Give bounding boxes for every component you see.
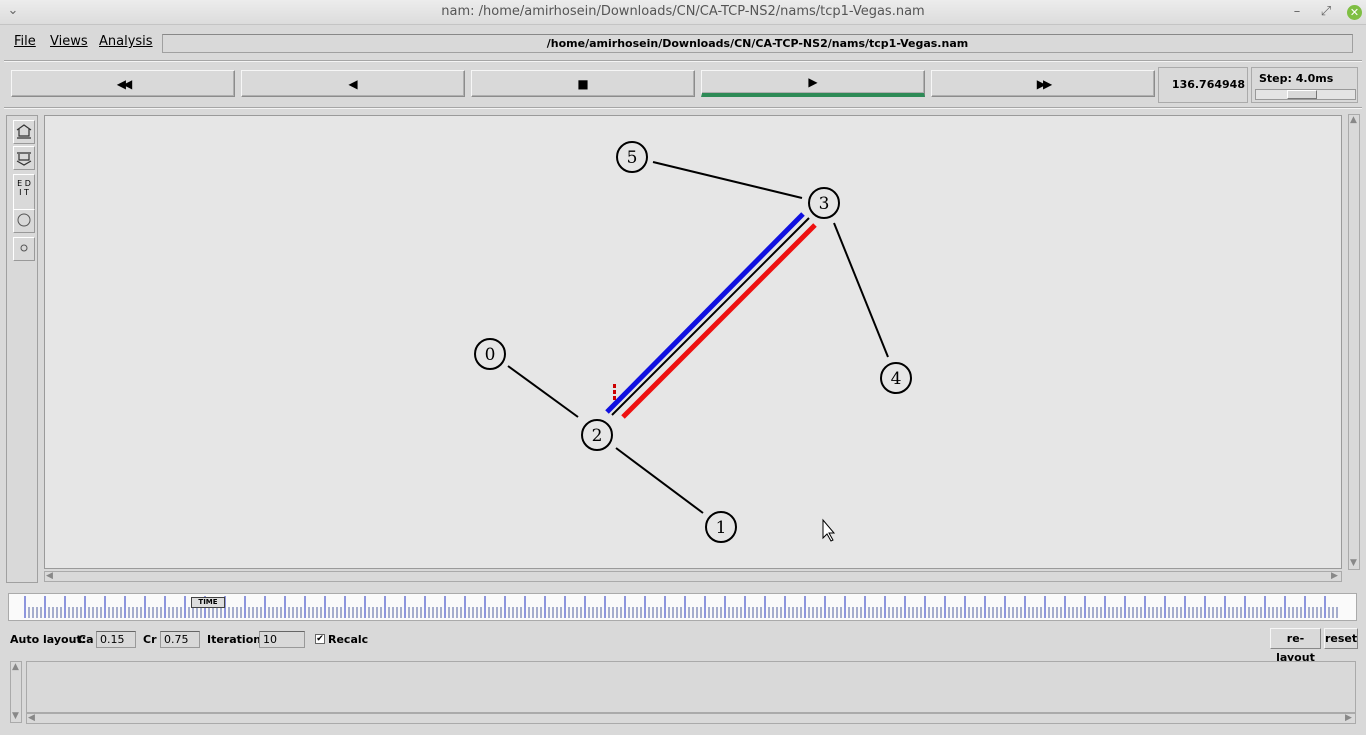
window-title: nam: /home/amirhosein/Downloads/CN/CA-TC…	[441, 4, 925, 19]
node-0[interactable]: 0	[474, 338, 506, 370]
step-slider[interactable]	[1255, 89, 1356, 100]
annotation-panel[interactable]	[26, 661, 1356, 713]
zoom-in-icon	[16, 124, 32, 139]
bottom-horizontal-scrollbar[interactable]: ◀ ▶	[26, 713, 1356, 724]
node-4[interactable]: 4	[880, 362, 912, 394]
node-large-button[interactable]	[13, 209, 35, 233]
scroll-down-icon[interactable]: ▼	[1350, 559, 1357, 568]
scroll-up-icon[interactable]: ▲	[1350, 116, 1357, 125]
close-icon[interactable]: ✕	[1347, 5, 1362, 20]
edit-label-bottom: I T	[19, 188, 29, 197]
node-small-button[interactable]	[13, 237, 35, 261]
scroll-left-icon[interactable]: ◀	[28, 714, 35, 723]
fast-forward-button[interactable]: ▶▶	[931, 70, 1155, 97]
scroll-down-icon[interactable]: ▼	[12, 712, 19, 721]
views-menu-label: Views	[50, 34, 88, 49]
separator	[4, 60, 1362, 62]
step-label: Step: 4.0ms	[1259, 72, 1334, 85]
node-5[interactable]: 5	[616, 141, 648, 173]
timeline-slider[interactable]: TIME	[8, 593, 1357, 621]
bottom-vertical-scrollbar[interactable]: ▲ ▼	[10, 661, 22, 723]
flow-reverse	[621, 223, 817, 419]
autolayout-label: Auto layout:	[10, 633, 87, 646]
link-1-2	[615, 447, 704, 514]
window-menu-icon[interactable]: ⌄	[4, 2, 22, 20]
step-control: Step: 4.0ms	[1251, 67, 1358, 103]
node-3[interactable]: 3	[808, 187, 840, 219]
file-menu[interactable]: File	[14, 34, 36, 49]
relayout-button[interactable]: re-layout	[1270, 628, 1321, 664]
link-0-2	[507, 365, 579, 418]
scroll-right-icon[interactable]: ▶	[1331, 572, 1338, 581]
restore-icon[interactable]: ⤢	[1317, 3, 1335, 21]
node-5-label: 5	[627, 148, 638, 168]
file-menu-label: File	[14, 34, 36, 49]
rewind-button[interactable]: ◀◀	[11, 70, 235, 97]
flow-forward	[605, 212, 805, 414]
file-path-display: /home/amirhosein/Downloads/CN/CA-TCP-NS2…	[162, 34, 1353, 53]
recalc-checkbox[interactable]: ✔	[315, 634, 325, 644]
zoom-out-icon	[16, 152, 32, 166]
stop-icon: ■	[577, 76, 589, 91]
node-1[interactable]: 1	[705, 511, 737, 543]
zoom-in-button[interactable]	[13, 120, 35, 144]
title-bar: nam: /home/amirhosein/Downloads/CN/CA-TC…	[0, 0, 1366, 25]
canvas-horizontal-scrollbar[interactable]: ◀ ▶	[44, 571, 1342, 582]
minimize-icon[interactable]: –	[1288, 3, 1306, 21]
analysis-menu[interactable]: Analysis	[99, 34, 153, 49]
current-time-display: 136.764948	[1158, 67, 1248, 103]
step-back-icon: ◀	[348, 76, 358, 91]
separator	[4, 107, 1362, 109]
analysis-menu-label: Analysis	[99, 34, 153, 49]
edit-button[interactable]: E D I T	[13, 174, 35, 210]
rewind-icon: ◀◀	[116, 76, 133, 91]
checkmark-icon: ✔	[316, 634, 324, 644]
play-icon: ▶	[808, 75, 818, 89]
iterations-input[interactable]: 10	[259, 631, 305, 648]
node-3-label: 3	[819, 194, 830, 214]
stop-button[interactable]: ■	[471, 70, 695, 97]
edit-label-top: E D	[17, 179, 31, 188]
zoom-out-button[interactable]	[13, 146, 35, 170]
cr-label: Cr	[143, 633, 157, 646]
network-canvas[interactable]: 0 1 2 3 4 5	[44, 115, 1342, 569]
step-slider-thumb[interactable]	[1287, 90, 1317, 99]
node-4-label: 4	[891, 369, 902, 389]
link-2-3	[611, 217, 810, 416]
reset-button[interactable]: reset	[1324, 628, 1358, 649]
recalc-label: Recalc	[328, 633, 369, 646]
node-2-label: 2	[592, 426, 603, 446]
step-back-button[interactable]: ◀	[241, 70, 465, 97]
tool-panel: E D I T	[6, 115, 38, 583]
small-circle-icon	[20, 244, 28, 252]
cr-input[interactable]: 0.75	[160, 631, 200, 648]
ca-input[interactable]: 0.15	[96, 631, 136, 648]
network-graph: 0 1 2 3 4 5	[474, 141, 912, 543]
scroll-left-icon[interactable]: ◀	[46, 572, 53, 581]
node-0-label: 0	[485, 345, 496, 365]
time-marker[interactable]: TIME	[191, 597, 225, 608]
mouse-cursor-icon	[822, 518, 836, 542]
canvas-vertical-scrollbar[interactable]: ▲ ▼	[1348, 114, 1360, 570]
link-3-4	[833, 222, 889, 358]
scroll-right-icon[interactable]: ▶	[1345, 714, 1352, 723]
scroll-up-icon[interactable]: ▲	[12, 663, 19, 672]
link-5-3	[652, 161, 803, 199]
views-menu[interactable]: Views	[50, 34, 88, 49]
ca-label: Ca	[78, 633, 94, 646]
node-1-label: 1	[716, 518, 727, 538]
play-button[interactable]: ▶	[701, 70, 925, 97]
node-2[interactable]: 2	[581, 419, 613, 451]
queue-marks	[613, 384, 616, 400]
fast-forward-icon: ▶▶	[1036, 76, 1053, 91]
circle-icon	[17, 213, 31, 227]
